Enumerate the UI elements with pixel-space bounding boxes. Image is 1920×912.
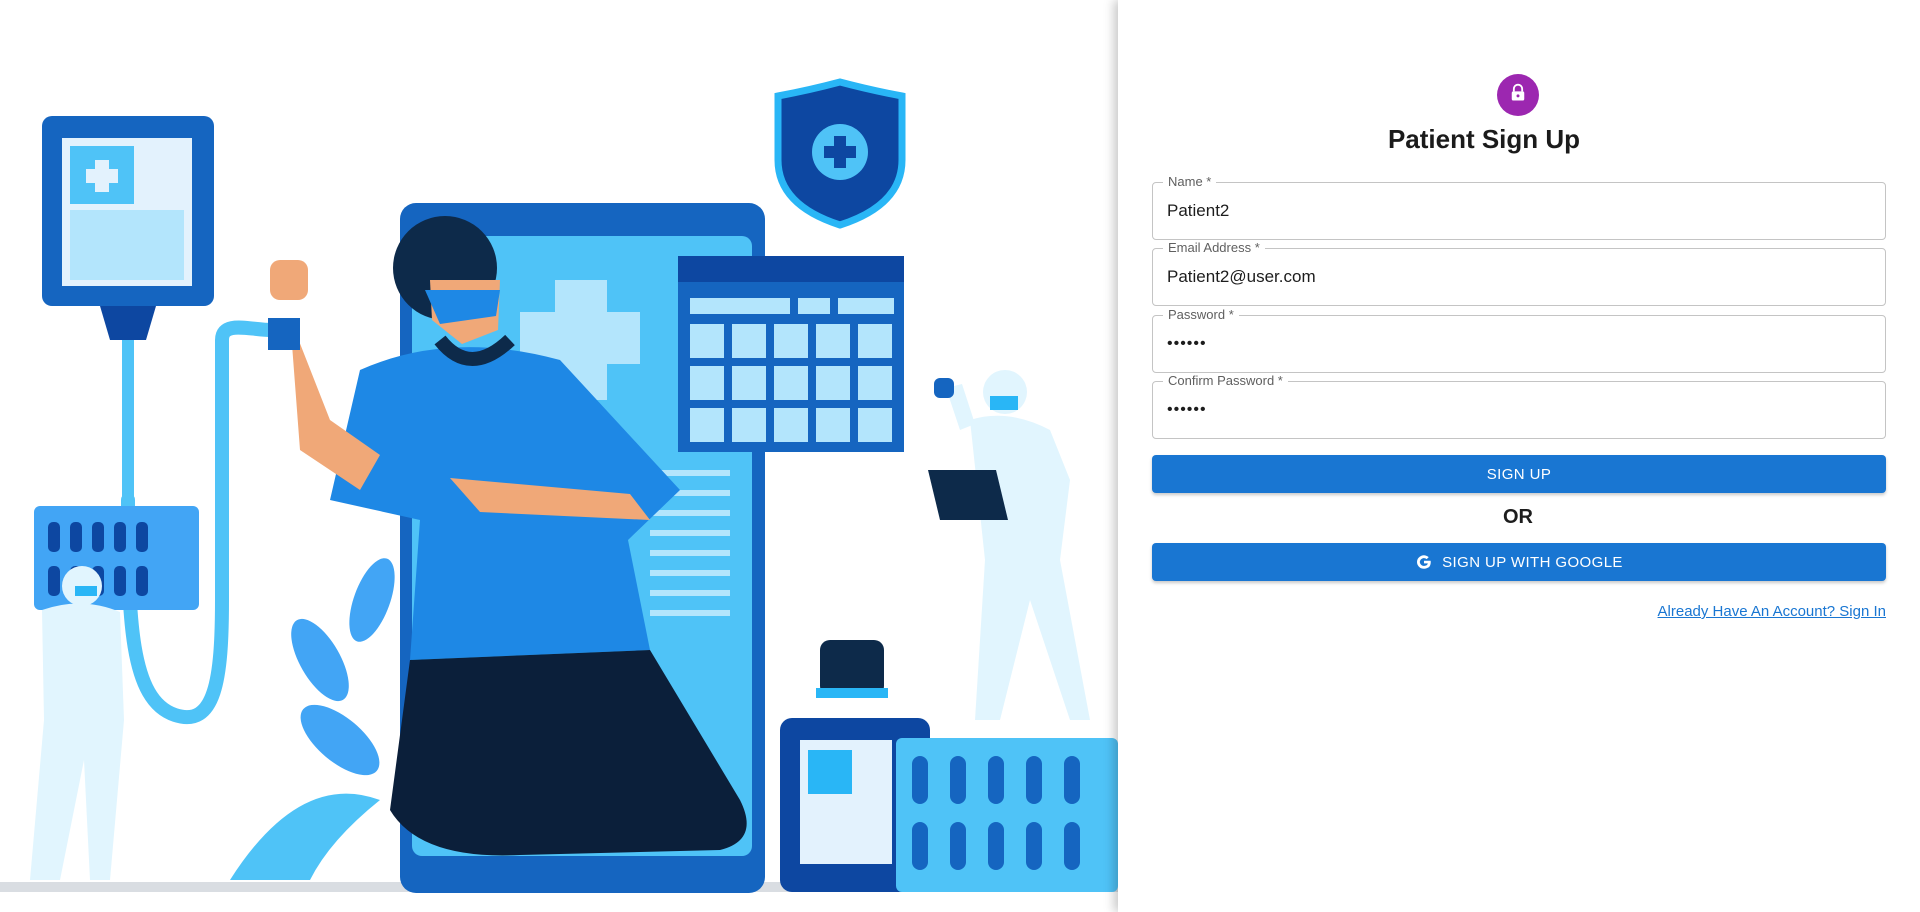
confirm-password-field[interactable]: Confirm Password * •••••• — [1152, 373, 1886, 439]
name-field[interactable]: Name * Patient2 — [1152, 174, 1886, 240]
google-icon — [1415, 553, 1433, 571]
shield-graphic — [774, 78, 906, 229]
password-field[interactable]: Password * •••••• — [1152, 307, 1886, 373]
or-divider: OR — [1503, 506, 1533, 528]
email-value[interactable]: Patient2@user.com — [1167, 249, 1871, 305]
signup-button[interactable]: SIGN UP — [1152, 455, 1886, 493]
email-field[interactable]: Email Address * Patient2@user.com — [1152, 240, 1886, 306]
pill-pack-graphic — [896, 738, 1118, 892]
google-signup-button[interactable]: SIGN UP WITH GOOGLE — [1152, 543, 1886, 581]
confirm-password-value[interactable]: •••••• — [1167, 382, 1871, 438]
signup-panel: Patient Sign Up Name * Patient2 Email Ad… — [1118, 0, 1920, 912]
iv-bag-graphic — [42, 116, 214, 510]
doctor-right-graphic — [928, 370, 1090, 720]
nurse-left-graphic — [30, 566, 124, 880]
name-value[interactable]: Patient2 — [1167, 183, 1871, 239]
lock-avatar — [1497, 74, 1539, 116]
lock-icon — [1508, 83, 1528, 108]
plant-graphic — [230, 558, 395, 880]
google-button-label: SIGN UP WITH GOOGLE — [1442, 553, 1623, 571]
medical-illustration — [0, 0, 1118, 912]
calendar-graphic — [678, 256, 904, 452]
signin-link[interactable]: Already Have An Account? Sign In — [1658, 603, 1886, 620]
page-title: Patient Sign Up — [1387, 124, 1581, 154]
signup-button-label: SIGN UP — [1486, 465, 1552, 483]
password-value[interactable]: •••••• — [1167, 316, 1871, 372]
